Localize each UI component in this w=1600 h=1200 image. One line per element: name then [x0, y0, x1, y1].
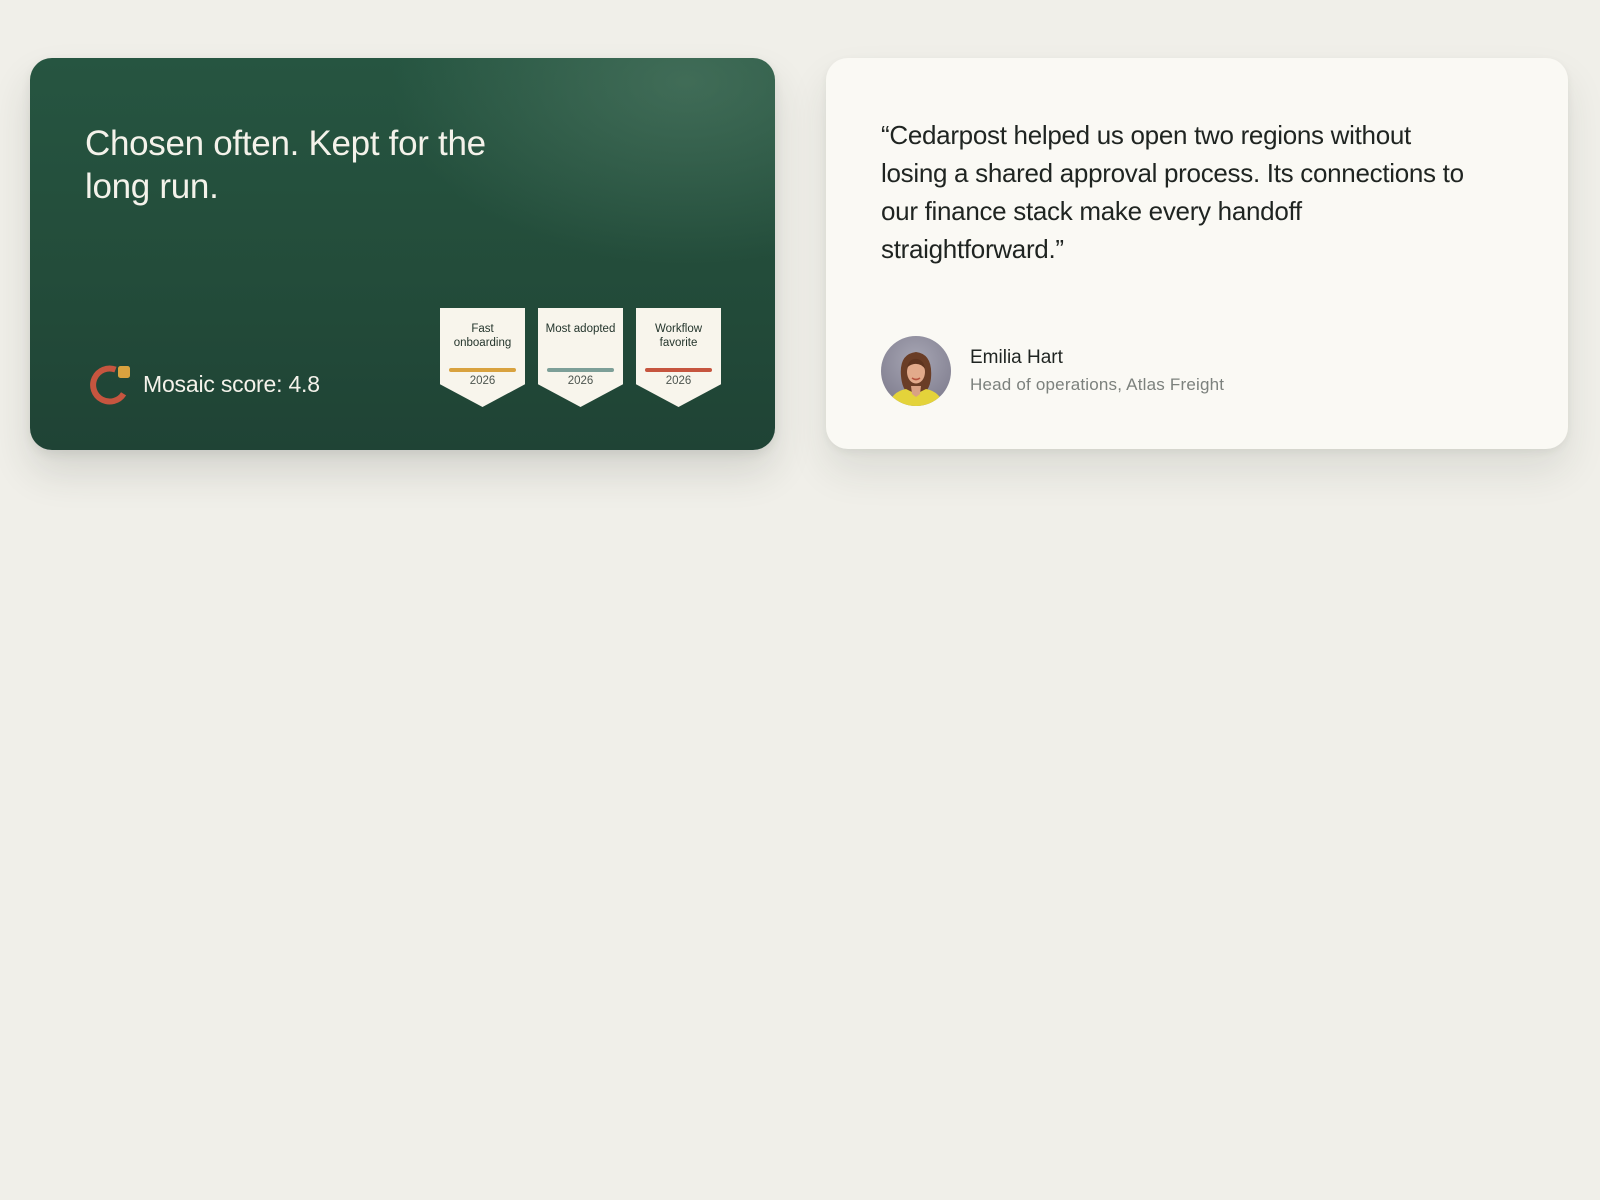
badge-accent-bar: [645, 368, 712, 372]
mosaic-score-label: Mosaic score: 4.8: [143, 370, 320, 397]
author-role: Head of operations, Atlas Freight: [970, 375, 1225, 394]
badge-title: Workflow favorite: [654, 323, 703, 349]
badge-workflow-favorite: Workflow favorite 2026: [636, 308, 721, 407]
mosaic-logo-icon: [90, 365, 130, 405]
award-badges: Fast onboarding 2026 Most adopted 2026 W…: [440, 308, 721, 407]
badge-most-adopted: Most adopted 2026: [538, 308, 623, 407]
avatar-photo-icon: [881, 336, 951, 406]
badge-year: 2026: [469, 375, 496, 387]
mosaic-score: Mosaic score: 4.8: [85, 361, 320, 407]
testimonial-author: Emilia Hart Head of operations, Atlas Fr…: [881, 336, 1224, 406]
awards-headline: Chosen often. Kept for the long run.: [85, 124, 486, 206]
badge-accent-bar: [449, 368, 516, 372]
badge-accent-bar: [547, 368, 614, 372]
badge-title: Fast onboarding: [453, 323, 512, 349]
awards-card: Chosen often. Kept for the long run. Mos…: [30, 58, 775, 450]
badge-year: 2026: [665, 375, 692, 387]
author-details: Emilia Hart Head of operations, Atlas Fr…: [970, 346, 1224, 396]
badge-fast-onboarding: Fast onboarding 2026: [440, 308, 525, 407]
author-name: Emilia Hart: [970, 347, 1063, 368]
badge-year: 2026: [567, 375, 594, 387]
badge-title: Most adopted: [545, 323, 616, 335]
testimonial-quote: “Cedarpost helped us open two regions wi…: [881, 120, 1464, 264]
testimonial-card: “Cedarpost helped us open two regions wi…: [826, 58, 1568, 449]
